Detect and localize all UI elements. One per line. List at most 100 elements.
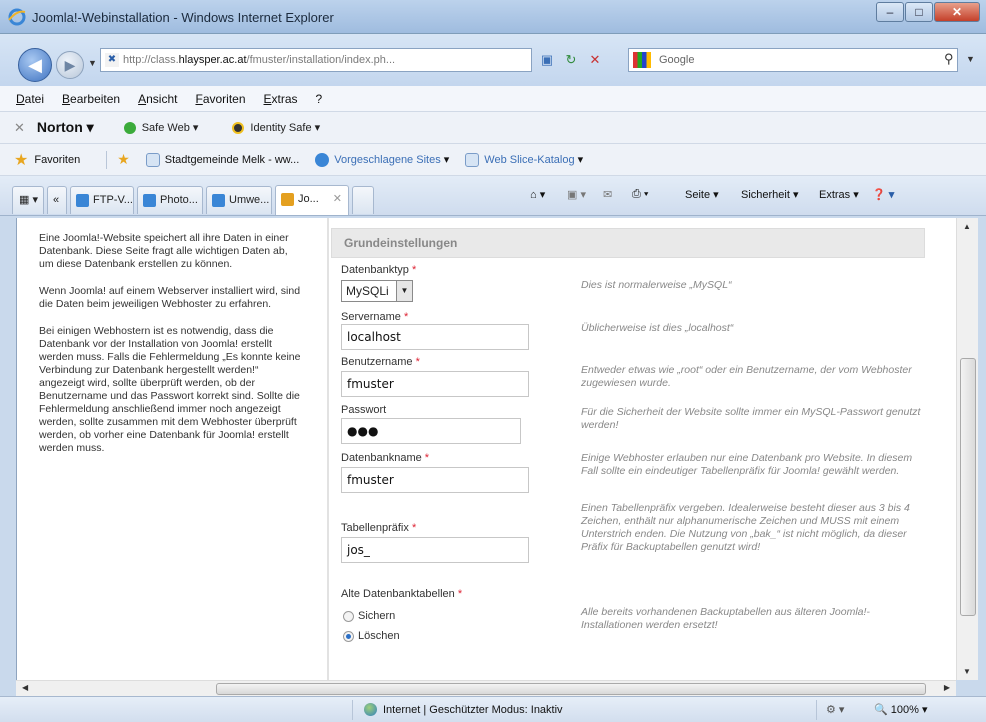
minimize-button[interactable]: – bbox=[876, 2, 904, 22]
stop-icon[interactable]: ✕ bbox=[584, 49, 606, 71]
identity-safe-button[interactable]: Identity Safe ▾ bbox=[232, 121, 320, 134]
prefix-input[interactable]: jos_ bbox=[341, 537, 529, 563]
db-type-hint: Dies ist normalerweise „MySQL“ bbox=[581, 279, 732, 291]
old-tables-hint: Alle bereits vorhandenen Backuptabellen … bbox=[581, 606, 870, 631]
server-input[interactable]: localhost bbox=[341, 324, 529, 350]
help-paragraph-2: Wenn Joomla! auf einem Webserver install… bbox=[39, 285, 301, 310]
history-dropdown-icon[interactable]: ▼ bbox=[88, 58, 97, 68]
db-type-select[interactable]: MySQLi ▼ bbox=[341, 280, 413, 302]
globe-icon bbox=[364, 703, 377, 716]
help-icon[interactable]: ❓ ▾ bbox=[872, 188, 894, 201]
close-toolbar-icon[interactable]: ✕ bbox=[14, 120, 25, 136]
menu-tools[interactable]: Extras bbox=[264, 92, 298, 106]
status-bar: Internet | Geschützter Modus: Inaktiv ⚙ … bbox=[0, 696, 986, 722]
db-name-hint: Einige Webhoster erlauben nur eine Daten… bbox=[581, 452, 913, 477]
tab-photo[interactable]: Photo... bbox=[137, 186, 203, 214]
db-name-input[interactable]: fmuster bbox=[341, 467, 529, 493]
menu-bar: Datei Bearbeiten Ansicht Favoriten Extra… bbox=[0, 86, 986, 112]
refresh-icon[interactable]: ↻ bbox=[560, 49, 582, 71]
delete-radio[interactable]: Löschen bbox=[343, 630, 400, 642]
print-icon[interactable]: ⎙ ▾ bbox=[632, 188, 648, 201]
vertical-scrollbar[interactable]: ▲ ▼ bbox=[956, 218, 978, 680]
compatibility-view-icon[interactable]: ▣ bbox=[536, 49, 558, 71]
server-hint: Üblicherweise ist dies „localhost“ bbox=[581, 322, 734, 334]
old-tables-label: Alte Datenbanktabellen * bbox=[341, 588, 463, 600]
scroll-up-icon[interactable]: ▲ bbox=[963, 222, 971, 231]
norton-toolbar: ✕ Norton ▾ Safe Web ▾ Identity Safe ▾ bbox=[0, 112, 986, 144]
url-host: hlaysper.ac.at bbox=[178, 54, 247, 66]
favorites-star-icon[interactable]: ★ bbox=[14, 150, 28, 170]
tab-umwe[interactable]: Umwe... bbox=[206, 186, 272, 214]
ie-icon bbox=[76, 194, 89, 207]
address-input[interactable]: ✖ http://class.hlaysper.ac.at/fmuster/in… bbox=[100, 48, 532, 72]
help-paragraph-3: Bei einigen Webhostern ist es notwendig,… bbox=[39, 325, 301, 454]
scroll-thumb[interactable] bbox=[960, 358, 976, 616]
feeds-icon[interactable]: ▣ ▾ bbox=[567, 188, 586, 201]
tab-list-button[interactable]: « bbox=[47, 186, 67, 214]
safe-web-icon bbox=[123, 121, 136, 134]
favorites-bar: ★ Favoriten ★ Stadtgemeinde Melk - ww...… bbox=[0, 144, 986, 176]
close-button[interactable]: ✕ bbox=[934, 2, 980, 22]
db-name-label: Datenbankname * bbox=[341, 452, 430, 464]
radio-selected-icon bbox=[343, 630, 354, 642]
back-button[interactable]: ◀ bbox=[18, 48, 52, 82]
password-hint: Für die Sicherheit der Website sollte im… bbox=[581, 406, 921, 431]
search-input[interactable]: Google bbox=[628, 48, 958, 72]
security-zone[interactable]: Internet | Geschützter Modus: Inaktiv bbox=[364, 703, 563, 716]
password-label: Passwort bbox=[341, 404, 387, 416]
ie-icon bbox=[143, 194, 156, 207]
forward-button[interactable]: ▶ bbox=[56, 51, 84, 79]
user-label: Benutzername * bbox=[341, 356, 420, 368]
chevron-down-icon: ▼ bbox=[396, 281, 412, 301]
home-icon[interactable]: ⌂ ▾ bbox=[530, 188, 545, 201]
password-input[interactable]: ●●● bbox=[341, 418, 521, 444]
tools-menu[interactable]: Extras ▾ bbox=[819, 188, 859, 201]
quick-tabs-button[interactable]: ▦ ▾ bbox=[12, 186, 44, 214]
page-menu[interactable]: Seite ▾ bbox=[685, 188, 719, 201]
safe-web-button[interactable]: Safe Web ▾ bbox=[123, 121, 198, 134]
hscroll-thumb[interactable] bbox=[216, 683, 926, 695]
fav-item-suggested[interactable]: Vorgeschlagene Sites ▾ bbox=[315, 152, 449, 167]
identity-safe-icon bbox=[232, 121, 245, 134]
section-title: Grundeinstellungen bbox=[331, 228, 925, 258]
joomla-favicon-icon bbox=[281, 193, 294, 206]
server-label: Servername * bbox=[341, 311, 409, 323]
ie-logo-icon bbox=[8, 8, 26, 26]
norton-menu[interactable]: Norton ▾ bbox=[37, 119, 94, 136]
menu-help[interactable]: ? bbox=[316, 92, 323, 106]
new-tab-button[interactable] bbox=[352, 186, 374, 214]
menu-file[interactable]: Datei bbox=[16, 92, 44, 106]
protected-mode-icon[interactable]: ⚙ ▾ bbox=[826, 703, 844, 716]
username-input[interactable]: fmuster bbox=[341, 371, 529, 397]
scroll-right-icon[interactable]: ▶ bbox=[944, 683, 950, 692]
security-menu[interactable]: Sicherheit ▾ bbox=[741, 188, 799, 201]
fav-item-melk[interactable]: Stadtgemeinde Melk - ww... bbox=[145, 152, 299, 167]
title-bar: Joomla!-Webinstallation - Windows Intern… bbox=[0, 0, 986, 34]
menu-edit[interactable]: Bearbeiten bbox=[62, 92, 120, 106]
scroll-down-icon[interactable]: ▼ bbox=[963, 667, 971, 676]
menu-favorites[interactable]: Favoriten bbox=[195, 92, 245, 106]
tab-joomla[interactable]: Jo... ✕ bbox=[275, 185, 349, 215]
mail-icon[interactable]: ✉ bbox=[603, 188, 612, 201]
horizontal-scrollbar[interactable]: ◀ ▶ bbox=[16, 680, 956, 696]
google-logo-icon bbox=[633, 52, 651, 68]
prefix-hint: Einen Tabellenpräfix vergeben. Idealerwe… bbox=[581, 502, 910, 553]
form-column: Grundeinstellungen Datenbanktyp * MySQLi… bbox=[329, 218, 956, 680]
search-icon[interactable]: ⚲ bbox=[944, 51, 954, 67]
favorites-button[interactable]: Favoriten bbox=[34, 154, 80, 166]
search-placeholder: Google bbox=[659, 54, 695, 66]
ie-icon bbox=[212, 194, 225, 207]
window-title: Joomla!-Webinstallation - Windows Intern… bbox=[32, 10, 334, 25]
page-icon bbox=[465, 152, 480, 167]
fav-item-webslice[interactable]: Web Slice-Katalog ▾ bbox=[465, 152, 583, 167]
search-dropdown-icon[interactable]: ▼ bbox=[966, 54, 975, 64]
menu-view[interactable]: Ansicht bbox=[138, 92, 177, 106]
close-tab-icon[interactable]: ✕ bbox=[333, 186, 342, 212]
backup-radio[interactable]: Sichern bbox=[343, 610, 395, 622]
scroll-left-icon[interactable]: ◀ bbox=[22, 683, 28, 692]
tab-ftp[interactable]: FTP-V... bbox=[70, 186, 134, 214]
zoom-level[interactable]: 🔍 100% ▾ bbox=[874, 703, 927, 716]
add-favorite-icon[interactable]: ★ bbox=[117, 151, 130, 168]
maximize-button[interactable]: □ bbox=[905, 2, 933, 22]
ie-icon bbox=[315, 152, 330, 167]
